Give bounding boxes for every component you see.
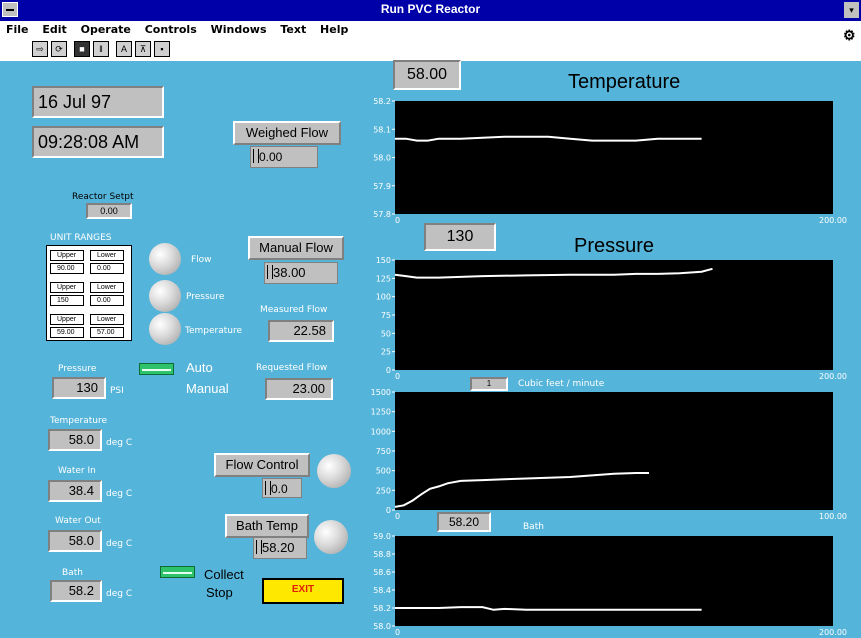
pressure-x-tick: 0 [395,372,400,381]
pressure-y-tick: 0 [386,366,391,375]
pressure-y-tick: 25 [381,348,391,357]
flow-x-tick: 100.00 [819,512,847,521]
bath-y-tick: 59.0 [373,532,391,541]
bath-y-tick: 58.0 [373,622,391,631]
bath-y-tick: 58.2 [373,604,391,613]
bath-y-tick: 58.8 [373,550,391,559]
flow-x-tick: 0 [395,512,400,521]
pressure-y-tick: 125 [376,274,391,283]
temperature-series-line [395,135,702,142]
bath-x-tick: 200.00 [819,628,847,637]
pressure-series-line [394,267,713,279]
flow-y-tick: 0 [386,506,391,515]
temperature-x-tick: 200.00 [819,216,847,225]
flow-y-tick: 1250 [371,408,391,417]
bath-y-tick: 58.6 [373,568,391,577]
flow-series-line [394,472,649,508]
pressure-x-tick: 200.00 [819,372,847,381]
temperature-y-tick: 58.0 [373,154,391,163]
pressure-y-tick: 150 [376,256,391,265]
flow-y-tick: 250 [376,486,391,495]
bath-y-tick: 58.4 [373,586,391,595]
bath-series-line [395,606,702,611]
temperature-y-tick: 57.9 [373,182,391,191]
temperature-y-tick: 58.2 [373,97,391,106]
flow-y-tick: 500 [376,467,391,476]
bath-x-tick: 0 [395,628,400,637]
temperature-x-tick: 0 [395,216,400,225]
temperature-y-tick: 58.1 [373,125,391,134]
temperature-y-tick: 57.8 [373,210,391,219]
charts-overlay: 58.2 58.1 58.0 57.9 57.8 0 200.00 150 125 100 75 50… [371,97,847,637]
pressure-y-tick: 100 [376,293,391,302]
flow-y-tick: 1000 [371,427,391,436]
pressure-y-tick: 50 [381,329,391,338]
flow-y-tick: 750 [376,447,391,456]
pressure-y-tick: 75 [381,311,391,320]
flow-y-tick: 1500 [371,388,391,397]
